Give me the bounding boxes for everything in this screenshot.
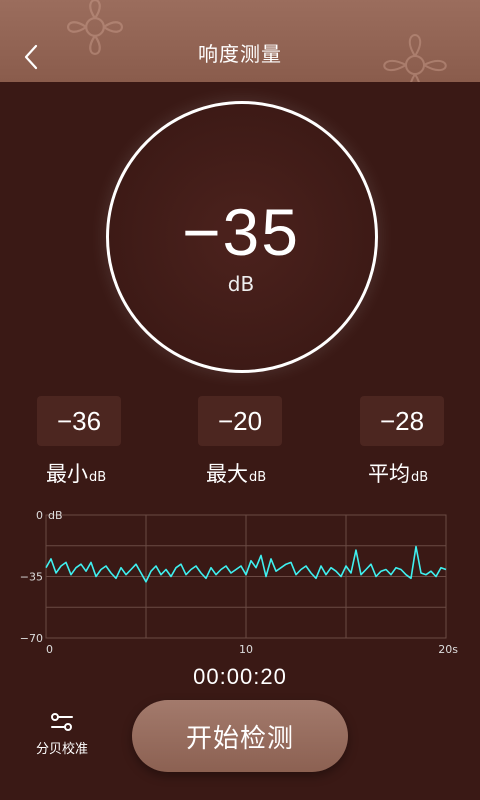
elapsed-timer: 00:00:20 — [193, 664, 287, 689]
x-tick-label: 10 — [239, 643, 253, 656]
avg-label-unit: dB — [411, 470, 429, 485]
min-label-unit: dB — [89, 470, 107, 485]
max-label: 最大dB — [206, 458, 266, 488]
max-label-unit: dB — [249, 470, 267, 485]
x-tick-label: 20s — [438, 643, 458, 656]
avg-value-box: −28 — [360, 396, 444, 446]
current-db-unit: dB — [227, 272, 255, 296]
max-value-box: −20 — [198, 396, 282, 446]
min-label: 最小dB — [46, 458, 106, 488]
sliders-icon — [51, 713, 73, 731]
calibrate-label: 分贝校准 — [35, 742, 88, 757]
min-value-box: −36 — [37, 396, 121, 446]
y-tick-label: −70 — [20, 632, 43, 645]
start-detect-button[interactable]: 开始检测 — [132, 700, 348, 772]
x-tick-label: 0 — [46, 643, 53, 656]
y-unit-label: dB — [48, 509, 63, 522]
page-title: 响度测量 — [198, 42, 282, 66]
current-db-value: −35 — [182, 195, 300, 269]
max-label-text: 最大 — [206, 462, 248, 486]
db-history-chart: 0 −35 −70 dB 0 10 20s — [20, 509, 458, 656]
calibrate-button[interactable]: 分贝校准 — [22, 712, 102, 757]
min-label-text: 最小 — [46, 462, 88, 486]
avg-label-text: 平均 — [368, 462, 410, 486]
header-bar: 响度测量 — [0, 0, 480, 82]
y-tick-label: 0 — [36, 509, 43, 522]
avg-label: 平均dB — [368, 458, 428, 488]
y-tick-label: −35 — [20, 571, 43, 584]
